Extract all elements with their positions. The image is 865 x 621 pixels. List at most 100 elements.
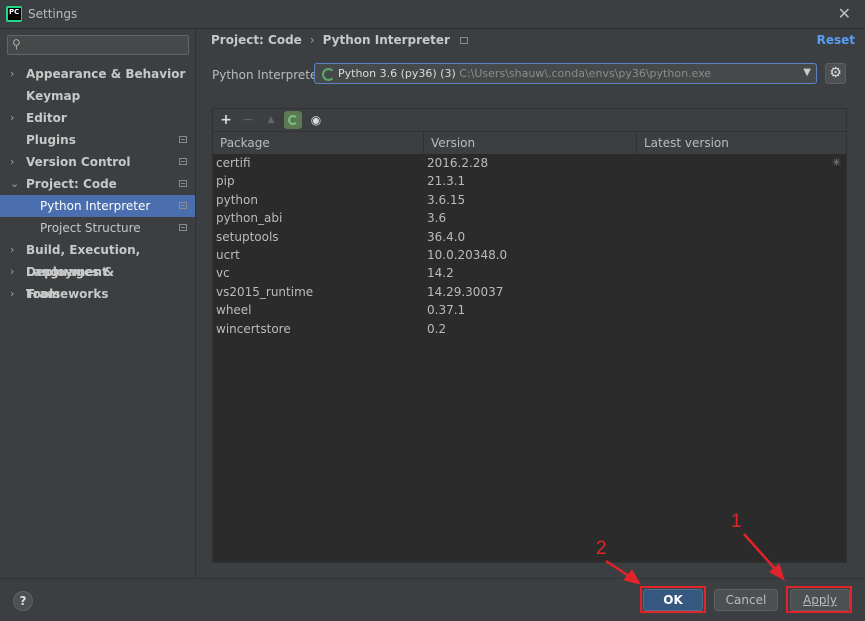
project-settings-icon xyxy=(459,37,468,44)
table-row[interactable]: setuptools 36.4.0 xyxy=(213,228,846,246)
interpreter-name: Python 3.6 (py36) (3) xyxy=(338,67,456,80)
chevron-right-icon[interactable]: › xyxy=(10,283,14,305)
interpreter-settings-button[interactable]: ⚙ xyxy=(825,63,846,84)
search-icon: ⚲ xyxy=(12,37,21,51)
sidebar-item-label: Version Control xyxy=(26,155,131,169)
chevron-right-icon[interactable]: › xyxy=(10,151,14,173)
package-version: 3.6 xyxy=(427,211,447,226)
window-title: Settings xyxy=(28,7,78,21)
interpreter-select[interactable]: Python 3.6 (py36) (3) C:\Users\shauw\.co… xyxy=(314,63,817,84)
breadcrumb-parent: Project: Code xyxy=(211,33,302,47)
settings-nav-tree: › Appearance & Behavior Keymap › Editor Plugi… xyxy=(0,63,195,305)
sidebar-item-editor[interactable]: › Editor xyxy=(0,107,195,129)
sidebar-item-label: Project Structure xyxy=(40,221,141,235)
step-number-2: 2 xyxy=(596,538,607,559)
sidebar-item-label: Project: Code xyxy=(26,177,117,191)
package-version: 0.2 xyxy=(427,321,447,336)
dialog-footer: ? OK Cancel Apply xyxy=(0,578,865,621)
step-number-1: 1 xyxy=(731,511,742,532)
help-button[interactable]: ? xyxy=(13,591,33,611)
package-name: wheel xyxy=(216,303,252,318)
package-version: 21.3.1 xyxy=(427,174,466,189)
ok-highlight-box xyxy=(640,586,706,613)
table-row[interactable]: wheel 0.37.1 xyxy=(213,301,846,319)
package-name: python xyxy=(216,192,258,207)
sidebar-item-version-control[interactable]: › Version Control xyxy=(0,151,195,173)
refresh-button[interactable] xyxy=(284,111,302,129)
sidebar-item-project-structure[interactable]: Project Structure xyxy=(0,217,195,239)
package-version: 36.4.0 xyxy=(427,229,466,244)
table-row[interactable]: wincertstore 0.2 xyxy=(213,320,846,338)
column-header-version[interactable]: Version xyxy=(424,132,637,154)
package-name: certifi xyxy=(216,156,251,170)
sidebar-item-label: Python Interpreter xyxy=(40,199,151,213)
settings-search-input[interactable]: ⚲ xyxy=(7,35,189,55)
breadcrumb-separator: › xyxy=(309,33,315,47)
chevron-right-icon[interactable]: › xyxy=(10,261,14,283)
add-package-button[interactable]: + xyxy=(217,111,235,129)
settings-sidebar: ⚲ › Appearance & Behavior Keymap › Editor Plu… xyxy=(0,29,196,577)
table-row[interactable]: pip 21.3.1 xyxy=(213,172,846,190)
table-row[interactable]: python 3.6.15 xyxy=(213,191,846,209)
sidebar-item-keymap[interactable]: Keymap xyxy=(0,85,195,107)
sidebar-item-label: Plugins xyxy=(26,133,76,147)
show-early-releases-button[interactable]: ◉ xyxy=(307,111,325,129)
column-header-package[interactable]: Package xyxy=(213,132,424,154)
package-name: ucrt xyxy=(216,247,240,262)
pycharm-logo-icon: PC xyxy=(6,6,22,22)
sidebar-item-label: Keymap xyxy=(26,89,81,103)
apply-highlight-box xyxy=(786,586,852,613)
sidebar-item-label: Appearance & Behavior xyxy=(26,67,186,81)
page-title: Python Interpreter xyxy=(322,33,450,47)
remove-package-button[interactable]: − xyxy=(239,111,257,129)
gear-icon: ⚙ xyxy=(829,65,842,81)
project-settings-icon xyxy=(179,180,187,187)
sidebar-item-appearance-behavior[interactable]: › Appearance & Behavior xyxy=(0,63,195,85)
upgrade-package-button[interactable]: ▲ xyxy=(262,111,280,129)
table-row[interactable]: ucrt 10.0.20348.0 xyxy=(213,246,846,264)
table-row[interactable]: python_abi 3.6 xyxy=(213,209,846,227)
table-row[interactable]: vc 14.2 xyxy=(213,264,846,282)
project-settings-icon xyxy=(179,136,187,143)
cancel-button[interactable]: Cancel xyxy=(714,589,778,611)
chevron-right-icon[interactable]: › xyxy=(10,107,14,129)
loading-spinner-icon xyxy=(322,68,335,81)
project-settings-icon xyxy=(179,202,187,209)
package-name: python_abi xyxy=(216,211,283,226)
sidebar-item-languages-frameworks[interactable]: › Languages & Frameworks xyxy=(0,261,195,301)
sidebar-item-label: Editor xyxy=(26,111,67,125)
package-version: 2016.2.28 xyxy=(427,156,489,170)
chevron-right-icon[interactable]: › xyxy=(10,63,14,85)
reset-link[interactable]: Reset xyxy=(817,33,855,47)
breadcrumb: Project: Code › Python Interpreter xyxy=(211,33,468,47)
chevron-down-icon: ▼ xyxy=(803,67,811,78)
close-icon[interactable]: ✕ xyxy=(838,4,851,23)
package-version: 10.0.20348.0 xyxy=(427,247,508,262)
chevron-down-icon[interactable]: ⌄ xyxy=(10,173,19,195)
package-version: 14.2 xyxy=(427,266,454,281)
project-settings-icon xyxy=(179,224,187,231)
package-version: 14.29.30037 xyxy=(427,284,504,299)
chevron-right-icon[interactable]: › xyxy=(10,239,14,261)
title-bar: PC Settings ✕ xyxy=(0,0,865,29)
package-version: 0.37.1 xyxy=(427,303,466,318)
sidebar-item-plugins[interactable]: Plugins xyxy=(0,129,195,151)
package-version: 3.6.15 xyxy=(427,192,466,207)
packages-toolbar: + − ▲ ◉ xyxy=(213,109,846,131)
eye-icon: ◉ xyxy=(310,113,322,127)
package-name: wincertstore xyxy=(216,321,291,336)
sidebar-item-python-interpreter[interactable]: Python Interpreter xyxy=(0,195,195,217)
sidebar-item-build-execution-deployment[interactable]: › Build, Execution, Deployment xyxy=(0,239,195,279)
package-name: vc xyxy=(216,266,230,281)
table-header: Package Version Latest version xyxy=(213,131,846,155)
table-row[interactable]: vs2015_runtime 14.29.30037 xyxy=(213,283,846,301)
package-name: vs2015_runtime xyxy=(216,284,314,299)
packages-table: ✳ certifi 2016.2.28 pip 21.3.1 python 3.6.15 p… xyxy=(213,154,846,562)
table-row[interactable]: certifi 2016.2.28 xyxy=(213,154,846,172)
sidebar-item-project-code[interactable]: ⌄ Project: Code xyxy=(0,173,195,195)
package-name: pip xyxy=(216,174,235,189)
interpreter-label: Python Interpreter: xyxy=(212,68,327,82)
column-header-latest-version[interactable]: Latest version xyxy=(637,132,846,154)
sidebar-item-tools[interactable]: › Tools xyxy=(0,283,195,305)
package-name: setuptools xyxy=(216,229,279,244)
